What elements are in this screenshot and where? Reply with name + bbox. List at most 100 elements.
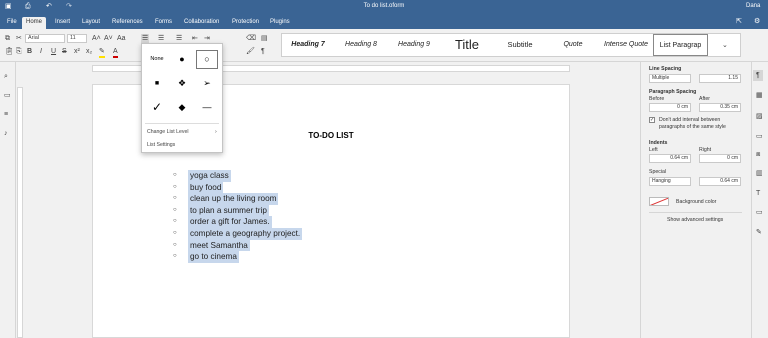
underline-icon[interactable]: U [51, 47, 56, 56]
superscript-icon[interactable]: x² [74, 47, 80, 56]
bullet-diamond-icon[interactable]: ◆ [171, 98, 193, 117]
line-spacing-value-input[interactable]: 1.15 [699, 74, 741, 83]
special-indent-value-input[interactable]: 0.64 cm [699, 177, 741, 186]
clear-style-icon[interactable]: ⌫ [246, 34, 256, 43]
bullet-icon: ○ [173, 183, 177, 190]
tab-forms[interactable]: Forms [151, 17, 176, 29]
tab-file[interactable]: File [3, 17, 21, 29]
change-case-icon[interactable]: Aa [117, 34, 126, 43]
nonprinting-characters-icon[interactable]: ¶ [261, 47, 265, 56]
text-art-icon[interactable]: T [756, 189, 760, 198]
bullet-arrowhead-icon[interactable]: ➢ [196, 74, 218, 93]
spellcheck-icon[interactable]: ♪ [4, 129, 8, 138]
styles-gallery: Heading 7 Heading 8 Heading 9 Title Subt… [281, 33, 741, 57]
tab-references[interactable]: References [108, 17, 147, 29]
style-heading-9[interactable]: Heading 9 [388, 34, 440, 56]
list-item-text: clean up the living room [188, 193, 279, 205]
bullet-hollow-circle-icon[interactable]: ○ [196, 50, 218, 69]
tab-collaboration[interactable]: Collaboration [180, 17, 223, 29]
list-item-text: buy food [188, 181, 224, 194]
header-footer-icon[interactable]: ▭ [756, 132, 763, 141]
background-color-label: Background color [676, 199, 717, 205]
line-spacing-mode-select[interactable]: Multiple [649, 74, 691, 83]
title-bar: ▣ ⎙ ↶ ↷ To do list.oform Dana [0, 0, 768, 14]
bullet-filled-circle-icon[interactable]: ● [171, 50, 193, 69]
left-sidebar: ⌕ ▭ ≡ ♪ [0, 62, 16, 338]
bullet-icon: ○ [173, 218, 177, 225]
tab-insert[interactable]: Insert [51, 17, 74, 29]
change-list-level-item[interactable]: Change List Level [147, 129, 189, 135]
increase-indent-icon[interactable]: ⇥ [204, 34, 210, 43]
list-settings-item[interactable]: List Settings [147, 142, 175, 148]
line-spacing-label: Line Spacing [649, 66, 682, 72]
dropdown-divider [145, 123, 219, 124]
open-location-icon[interactable]: ⇱ [736, 17, 742, 26]
search-icon[interactable]: ⌕ [4, 72, 8, 81]
style-list-paragraph[interactable]: List Paragrap [653, 34, 708, 56]
tab-plugins[interactable]: Plugins [266, 17, 294, 29]
subscript-icon[interactable]: x₂ [86, 47, 92, 56]
bold-icon[interactable]: B [27, 47, 32, 56]
bullet-checkmark-icon[interactable]: ✓ [146, 98, 168, 117]
paragraph-settings-tab-icon[interactable]: ¶ [753, 70, 763, 81]
bullet-square-icon[interactable]: ■ [146, 74, 168, 93]
bullet-dash-icon[interactable]: — [196, 98, 218, 117]
tab-home[interactable]: Home [22, 17, 47, 29]
list-item-text: order a gift for James. [188, 216, 272, 228]
dont-add-interval-label: Don't add interval between paragraphs of… [659, 117, 726, 130]
settings-icon[interactable]: ⚙ [754, 17, 760, 26]
special-indent-select[interactable]: Hanging [649, 177, 691, 186]
dont-add-interval-checkbox[interactable]: ✓ [649, 117, 655, 123]
tab-layout[interactable]: Layout [78, 17, 104, 29]
copy-style-icon[interactable]: ⎘ [16, 47, 22, 56]
list-item-text: meet Samantha [188, 239, 250, 252]
indent-right-input[interactable]: 0 cm [699, 154, 741, 163]
indent-left-input[interactable]: 0.64 cm [649, 154, 691, 163]
font-family-select[interactable]: Arial [25, 34, 65, 43]
navigation-icon[interactable]: ≡ [4, 110, 8, 119]
font-color-icon[interactable]: A [113, 47, 118, 58]
increase-font-icon[interactable]: A˄ [92, 34, 101, 43]
user-name[interactable]: Dana [746, 3, 760, 9]
decrease-font-icon[interactable]: A˅ [104, 34, 113, 43]
comments-icon[interactable]: ▭ [4, 91, 11, 100]
shape-settings-icon[interactable]: ⧈ [756, 150, 760, 159]
bullets-icon[interactable]: ☰ [141, 34, 150, 43]
decrease-indent-icon[interactable]: ⇤ [192, 34, 198, 43]
signature-icon[interactable]: ✎ [756, 228, 762, 237]
form-settings-icon[interactable]: ▭ [756, 208, 763, 217]
background-color-picker[interactable] [649, 197, 669, 206]
style-heading-7[interactable]: Heading 7 [282, 34, 334, 56]
numbering-icon[interactable]: ☰ [158, 34, 164, 43]
tab-protection[interactable]: Protection [228, 17, 263, 29]
bullet-none-option[interactable]: None [146, 50, 168, 69]
style-quote[interactable]: Quote [547, 34, 599, 56]
panel-divider [649, 212, 742, 213]
multilevel-list-icon[interactable]: ☰ [176, 34, 182, 43]
copy-style-brush-icon[interactable]: 🖌︎ [246, 47, 255, 56]
styles-expand-icon[interactable]: ⌄ [722, 41, 728, 50]
bullet-four-diamonds-icon[interactable]: ❖ [171, 74, 193, 93]
cut-icon[interactable]: ✂ [16, 34, 22, 43]
style-heading-8[interactable]: Heading 8 [335, 34, 387, 56]
strikethrough-icon[interactable]: S [62, 47, 67, 56]
spacing-after-input[interactable]: 0.35 cm [699, 103, 741, 112]
submenu-arrow-icon: › [215, 129, 217, 135]
chart-settings-icon[interactable]: ▥ [756, 169, 763, 178]
list-item-text: yoga class [188, 170, 231, 182]
spacing-before-input[interactable]: 0 cm [649, 103, 691, 112]
style-intense-quote[interactable]: Intense Quote [600, 34, 652, 56]
italic-icon[interactable]: I [40, 47, 42, 56]
table-settings-icon[interactable]: ▦ [756, 91, 763, 100]
copy-icon[interactable]: ⧉ [5, 34, 10, 43]
style-subtitle[interactable]: Subtitle [494, 34, 546, 56]
highlight-icon[interactable]: ✎ [99, 47, 105, 58]
show-advanced-settings-link[interactable]: Show advanced settings [667, 217, 723, 223]
paste-icon[interactable]: 📋︎ [5, 47, 14, 56]
font-size-select[interactable]: 11 [67, 34, 87, 43]
no-color-slash [650, 198, 668, 205]
color-scheme-icon[interactable]: ▤ [261, 34, 268, 43]
image-settings-icon[interactable]: ▨ [756, 112, 763, 121]
style-title[interactable]: Title [441, 34, 493, 56]
indent-right-label: Right [699, 147, 712, 153]
